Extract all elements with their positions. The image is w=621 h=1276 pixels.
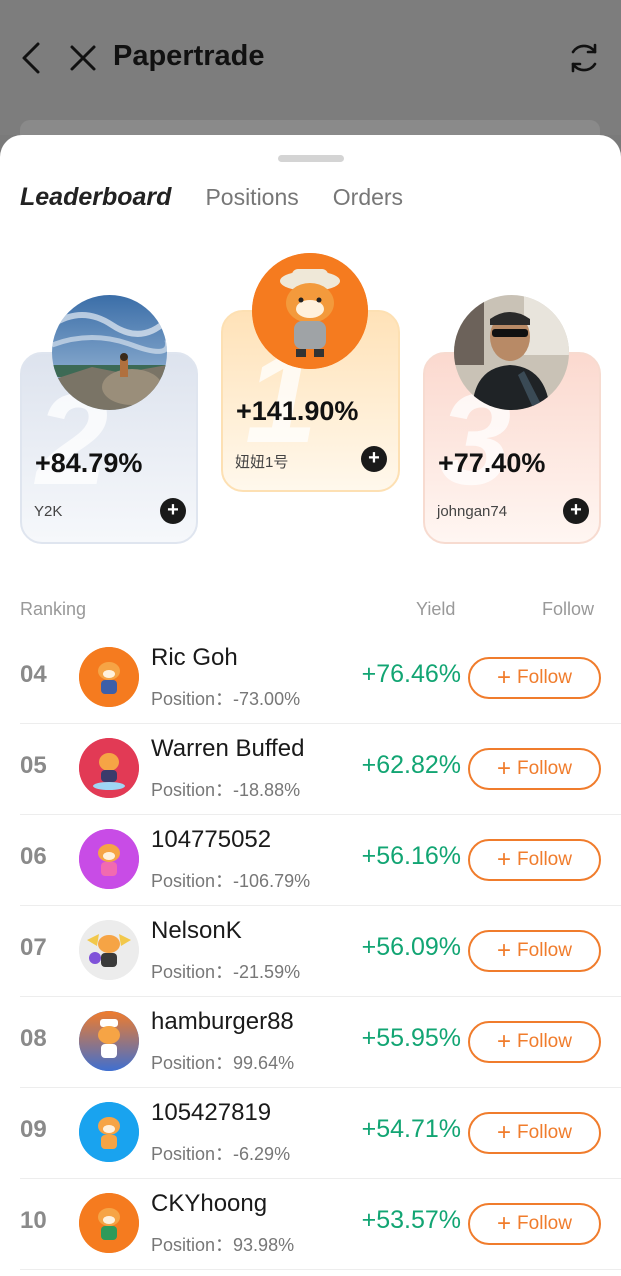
position-value: Position：-106.79% [151, 871, 311, 891]
yield-value: +62.82% [361, 751, 461, 779]
follow-label: Follow [517, 1213, 572, 1234]
position-value: Position：99.64% [151, 1053, 295, 1073]
list-item[interactable]: 04 Ric Goh Position：-73.00% +76.46% + Fol… [20, 633, 621, 724]
tab-positions[interactable]: Positions [205, 184, 298, 211]
username: CKYhoong [151, 1190, 268, 1217]
mascot-avatar-icon [79, 738, 139, 798]
tab-orders[interactable]: Orders [333, 184, 403, 211]
follow-button[interactable]: + Follow [468, 839, 601, 881]
follow-header: Follow [542, 599, 595, 619]
username: 105427819 [151, 1099, 272, 1126]
mascot-avatar-icon [79, 1193, 139, 1253]
list-item[interactable]: 06 104775052 Position：-106.79% +56.16% +… [20, 815, 621, 906]
list-item[interactable]: 07 NelsonK Position：-21.59% +56.09% + Fol… [20, 906, 621, 997]
avatar[interactable] [79, 1102, 139, 1162]
drag-handle[interactable] [278, 155, 344, 162]
plus-icon: + [497, 755, 512, 782]
mascot-avatar-icon [79, 1011, 139, 1071]
position-value: Position：-18.88% [151, 780, 301, 800]
tab-leaderboard[interactable]: Leaderboard [20, 183, 171, 212]
mascot-avatar-icon [79, 920, 139, 980]
landscape-photo-icon [52, 295, 167, 410]
podium-yield: +77.40% [438, 448, 546, 478]
avatar[interactable] [79, 1011, 139, 1071]
plus-icon: + [497, 1119, 512, 1146]
close-icon[interactable] [68, 42, 98, 74]
follow-plus-button[interactable]: + [361, 446, 387, 472]
yield-value: +54.71% [361, 1115, 461, 1143]
podium-yield: +84.79% [35, 448, 143, 478]
avatar[interactable] [79, 920, 139, 980]
plus-icon: + [497, 1210, 512, 1237]
follow-label: Follow [517, 758, 572, 779]
plus-icon: + [497, 1028, 512, 1055]
yield-value: +56.16% [361, 842, 461, 870]
mascot-avatar-icon [79, 1102, 139, 1162]
rank-number: 05 [20, 752, 47, 779]
avatar[interactable] [252, 253, 368, 369]
back-arrow-icon[interactable] [18, 40, 46, 76]
plus-icon: + [497, 664, 512, 691]
avatar[interactable] [454, 295, 569, 410]
ranking-header: Ranking [20, 599, 87, 619]
position-value: Position：93.98% [151, 1235, 295, 1255]
rank-number: 09 [20, 1116, 47, 1143]
avatar[interactable] [79, 738, 139, 798]
list-item[interactable]: 05 Warren Buffed Position：-18.88% +62.82… [20, 724, 621, 815]
username: 104775052 [151, 826, 272, 853]
username: hamburger88 [151, 1008, 294, 1035]
position-value: Position：-6.29% [151, 1144, 291, 1164]
leaderboard-sheet: Leaderboard Positions Orders 2 +84.79% Y… [0, 135, 621, 1276]
person-photo-icon [454, 295, 569, 410]
rank-number: 07 [20, 934, 47, 961]
avatar[interactable] [79, 1193, 139, 1253]
rank-number: 10 [20, 1207, 47, 1234]
plus-icon: + [497, 846, 512, 873]
follow-button[interactable]: + Follow [468, 930, 601, 972]
podium-username: Y2K [34, 503, 63, 520]
mascot-avatar-icon [79, 829, 139, 889]
follow-label: Follow [517, 667, 572, 688]
follow-button[interactable]: + Follow [468, 1203, 601, 1245]
username: Warren Buffed [151, 735, 305, 762]
yield-header: Yield [416, 599, 456, 619]
follow-plus-button[interactable]: + [160, 498, 186, 524]
refresh-icon[interactable] [566, 40, 602, 76]
position-value: Position：-21.59% [151, 962, 301, 982]
follow-plus-button[interactable]: + [563, 498, 589, 524]
username: Ric Goh [151, 644, 238, 671]
podium-username: johngan74 [437, 503, 508, 520]
follow-label: Follow [517, 1122, 572, 1143]
avatar[interactable] [79, 829, 139, 889]
tab-bar: Leaderboard Positions Orders [20, 183, 403, 212]
avatar[interactable] [52, 295, 167, 410]
follow-button[interactable]: + Follow [468, 657, 601, 699]
follow-label: Follow [517, 849, 572, 870]
avatar[interactable] [79, 647, 139, 707]
yield-value: +56.09% [361, 933, 461, 961]
rank-number: 04 [20, 661, 47, 688]
podium-username: 妞妞1号 [235, 454, 289, 471]
yield-value: +55.95% [361, 1024, 461, 1052]
mascot-avatar-icon [252, 253, 368, 369]
plus-icon: + [497, 937, 512, 964]
rank-number: 08 [20, 1025, 47, 1052]
list-item[interactable]: 09 105427819 Position：-6.29% +54.71% + Fo… [20, 1088, 621, 1179]
rank-number: 06 [20, 843, 47, 870]
username: NelsonK [151, 917, 242, 944]
follow-button[interactable]: + Follow [468, 1021, 601, 1063]
follow-label: Follow [517, 940, 572, 961]
position-value: Position：-73.00% [151, 689, 301, 709]
yield-value: +76.46% [361, 660, 461, 688]
yield-value: +53.57% [361, 1206, 461, 1234]
follow-button[interactable]: + Follow [468, 748, 601, 790]
podium-yield: +141.90% [236, 396, 359, 426]
top-bar: Papertrade [0, 0, 621, 140]
page-title: Papertrade [113, 40, 265, 72]
list-item[interactable]: 10 CKYhoong Position：93.98% +53.57% + Fol… [20, 1179, 621, 1270]
follow-label: Follow [517, 1031, 572, 1052]
mascot-avatar-icon [79, 647, 139, 707]
follow-button[interactable]: + Follow [468, 1112, 601, 1154]
list-item[interactable]: 08 hamburger88 Position：99.64% +55.95% +… [20, 997, 621, 1088]
